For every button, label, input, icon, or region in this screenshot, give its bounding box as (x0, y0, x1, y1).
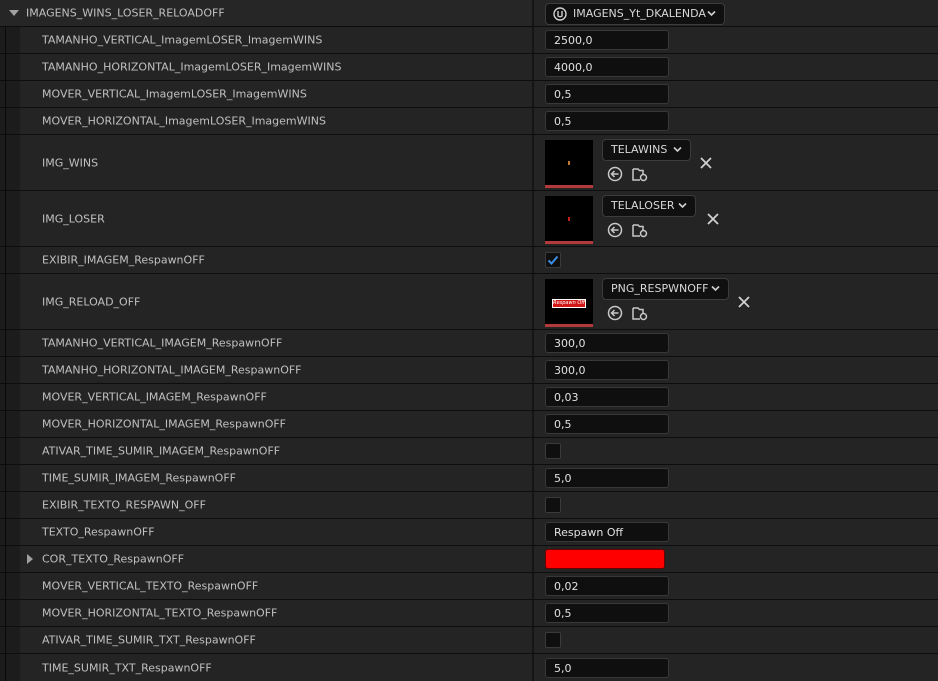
asset-combo[interactable]: TELAWINS (602, 139, 691, 161)
chevron-down-icon (711, 285, 720, 292)
browse-asset-icon[interactable] (631, 221, 649, 239)
clear-asset-icon[interactable] (706, 212, 720, 226)
texture-thumbnail[interactable]: Respawn Off (545, 279, 593, 327)
texture-thumbnail[interactable] (545, 140, 593, 188)
number-input[interactable]: 0,02 (545, 576, 669, 596)
property-row: TAMANHO_VERTICAL_IMAGEM_RespawnOFF 300,0 (0, 330, 938, 357)
number-input[interactable]: 300,0 (545, 360, 669, 380)
checkmark-icon (547, 255, 559, 265)
property-label: EXIBIR_IMAGEM_RespawnOFF (42, 253, 205, 267)
number-input[interactable]: 5,0 (545, 468, 669, 488)
texture-property-row: IMG_RELOAD_OFF Respawn Off PNG_RESPWNOFF (0, 274, 938, 330)
property-label: ATIVAR_TIME_SUMIR_TXT_RespawnOFF (42, 633, 256, 647)
property-label: TAMANHO_HORIZONTAL_ImagemLOSER_ImagemWIN… (42, 60, 342, 74)
chevron-down-icon (673, 146, 682, 153)
asset-combo[interactable]: PNG_RESPWNOFF (602, 278, 729, 300)
property-row: ATIVAR_TIME_SUMIR_TXT_RespawnOFF (0, 627, 938, 654)
number-input[interactable]: 0,03 (545, 387, 669, 407)
number-input[interactable]: 0,5 (545, 111, 669, 131)
property-label: TAMANHO_VERTICAL_IMAGEM_RespawnOFF (42, 336, 283, 350)
property-label: MOVER_VERTICAL_ImagemLOSER_ImagemWINS (42, 87, 307, 101)
asset-selector-combo[interactable]: IMAGENS_Yt_DKALENDA (545, 3, 725, 25)
browse-asset-icon[interactable] (631, 165, 649, 183)
property-label: EXIBIR_TEXTO_RESPAWN_OFF (42, 498, 206, 512)
chevron-down-icon (707, 10, 716, 17)
number-input[interactable]: 300,0 (545, 333, 669, 353)
property-row: MOVER_VERTICAL_ImagemLOSER_ImagemWINS 0,… (0, 81, 938, 108)
details-panel: IMAGENS_WINS_LOSER_RELOADOFF IMAGENS_Yt_… (0, 0, 938, 681)
checkbox[interactable] (545, 252, 561, 268)
use-selected-asset-icon[interactable] (606, 165, 624, 183)
color-swatch[interactable] (545, 549, 665, 569)
property-row: TEXTO_RespawnOFF Respawn Off (0, 519, 938, 546)
category-header[interactable]: IMAGENS_WINS_LOSER_RELOADOFF IMAGENS_Yt_… (0, 0, 938, 27)
text-input[interactable]: Respawn Off (545, 522, 669, 542)
number-input[interactable]: 4000,0 (545, 57, 669, 77)
asset-selector-label: IMAGENS_Yt_DKALENDA (573, 7, 706, 20)
property-row: TAMANHO_VERTICAL_ImagemLOSER_ImagemWINS … (0, 27, 938, 54)
property-label: ATIVAR_TIME_SUMIR_IMAGEM_RespawnOFF (42, 444, 281, 458)
property-row: MOVER_HORIZONTAL_TEXTO_RespawnOFF 0,5 (0, 600, 938, 627)
asset-combo-label: TELAWINS (611, 143, 668, 156)
property-row: TIME_SUMIR_TXT_RespawnOFF 5,0 (0, 654, 938, 681)
property-row: TAMANHO_HORIZONTAL_IMAGEM_RespawnOFF 300… (0, 357, 938, 384)
property-row: MOVER_VERTICAL_IMAGEM_RespawnOFF 0,03 (0, 384, 938, 411)
property-label: TEXTO_RespawnOFF (42, 525, 155, 539)
thumbnail-badge-text: Respawn Off (552, 299, 586, 308)
checkbox[interactable] (545, 497, 561, 513)
use-selected-asset-icon[interactable] (606, 304, 624, 322)
property-label: TAMANHO_HORIZONTAL_IMAGEM_RespawnOFF (42, 363, 302, 377)
property-label: MOVER_HORIZONTAL_TEXTO_RespawnOFF (42, 606, 278, 620)
property-row: ATIVAR_TIME_SUMIR_IMAGEM_RespawnOFF (0, 438, 938, 465)
property-label: IMG_RELOAD_OFF (42, 295, 141, 308)
property-row: MOVER_HORIZONTAL_ImagemLOSER_ImagemWINS … (0, 108, 938, 135)
number-input[interactable]: 2500,0 (545, 30, 669, 50)
property-label: TIME_SUMIR_IMAGEM_RespawnOFF (42, 471, 236, 485)
number-input[interactable]: 5,0 (545, 657, 669, 678)
asset-combo-label: TELALOSER (611, 199, 675, 212)
number-input[interactable]: 0,5 (545, 414, 669, 434)
property-label: COR_TEXTO_RespawnOFF (42, 552, 185, 566)
texture-property-row: IMG_WINS TELAWINS (0, 135, 938, 191)
property-label: TAMANHO_VERTICAL_ImagemLOSER_ImagemWINS (42, 33, 323, 47)
category-title: IMAGENS_WINS_LOSER_RELOADOFF (26, 6, 225, 20)
property-label: IMG_LOSER (42, 212, 105, 225)
browse-asset-icon[interactable] (631, 304, 649, 322)
property-label: TIME_SUMIR_TXT_RespawnOFF (42, 661, 212, 674)
asset-combo[interactable]: TELALOSER (602, 195, 696, 217)
property-row: TAMANHO_HORIZONTAL_ImagemLOSER_ImagemWIN… (0, 54, 938, 81)
expand-arrow-icon[interactable] (27, 554, 33, 564)
checkbox[interactable] (545, 443, 561, 459)
texture-property-row: IMG_LOSER TELALOSER (0, 191, 938, 247)
asset-combo-label: PNG_RESPWNOFF (611, 282, 709, 295)
collapse-arrow-icon[interactable] (9, 10, 19, 16)
property-row: TIME_SUMIR_IMAGEM_RespawnOFF 5,0 (0, 465, 938, 492)
property-label: MOVER_HORIZONTAL_IMAGEM_RespawnOFF (42, 417, 287, 431)
property-row: MOVER_HORIZONTAL_IMAGEM_RespawnOFF 0,5 (0, 411, 938, 438)
property-label: MOVER_VERTICAL_TEXTO_RespawnOFF (42, 579, 259, 593)
property-row: COR_TEXTO_RespawnOFF (0, 546, 938, 573)
property-row: EXIBIR_IMAGEM_RespawnOFF (0, 247, 938, 274)
property-label: MOVER_HORIZONTAL_ImagemLOSER_ImagemWINS (42, 114, 326, 128)
clear-asset-icon[interactable] (699, 156, 713, 170)
clear-asset-icon[interactable] (737, 295, 751, 309)
checkbox[interactable] (545, 632, 561, 648)
property-row: MOVER_VERTICAL_TEXTO_RespawnOFF 0,02 (0, 573, 938, 600)
number-input[interactable]: 0,5 (545, 84, 669, 104)
property-label: IMG_WINS (42, 156, 99, 169)
use-selected-asset-icon[interactable] (606, 221, 624, 239)
number-input[interactable]: 0,5 (545, 603, 669, 623)
unreal-logo-icon (553, 7, 567, 21)
property-row: EXIBIR_TEXTO_RESPAWN_OFF (0, 492, 938, 519)
texture-thumbnail[interactable] (545, 196, 593, 244)
chevron-down-icon (678, 202, 687, 209)
property-label: MOVER_VERTICAL_IMAGEM_RespawnOFF (42, 390, 267, 404)
